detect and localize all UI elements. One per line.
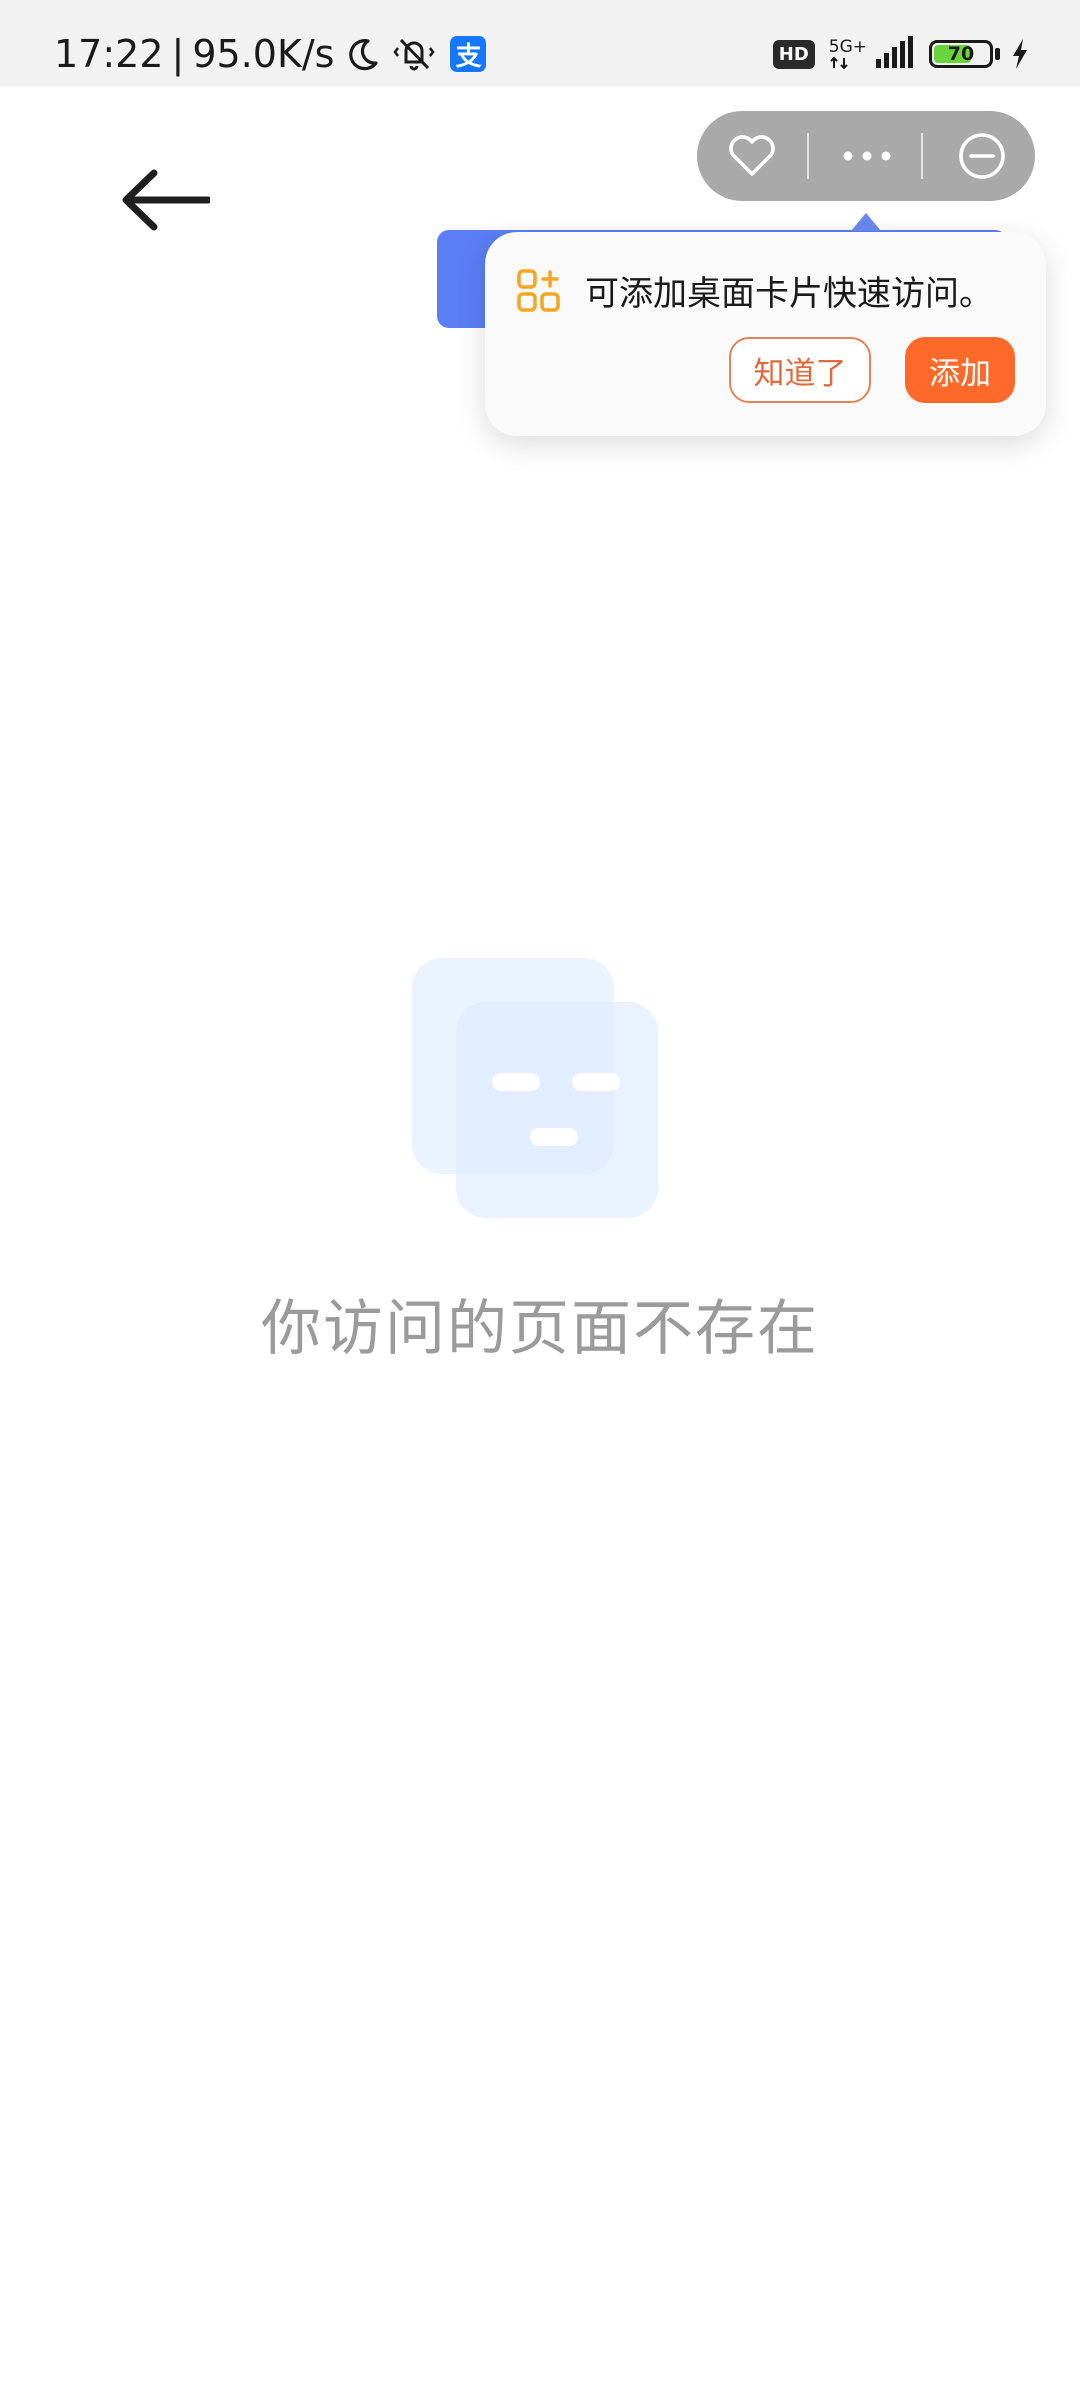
status-bar: 17:22 | 95.0K/s 支 HD 5G+ 70 [0, 0, 1080, 87]
widget-grid-icon [517, 269, 560, 312]
empty-page-icon [412, 958, 658, 1218]
charging-icon [1010, 38, 1030, 70]
status-left: 17:22 | 95.0K/s 支 [54, 26, 487, 82]
empty-state-message: 你访问的页面不存在 [261, 1294, 819, 1364]
hd-badge: HD [772, 39, 815, 69]
battery-cap [995, 48, 1000, 60]
minimize-icon [959, 133, 1005, 179]
add-card-button[interactable]: 添加 [905, 337, 1015, 403]
signal-icon [875, 35, 915, 73]
status-separator: | [171, 32, 185, 76]
battery-level: 70 [947, 43, 975, 65]
heart-icon [729, 135, 775, 176]
status-right: HD 5G+ 70 [772, 30, 1030, 78]
moon-icon [344, 35, 382, 73]
mute-bell-icon [392, 34, 436, 74]
more-icon [843, 151, 891, 161]
network-type: 5G+ [829, 38, 867, 70]
add-card-tooltip: 可添加桌面卡片快速访问。 知道了 添加 [485, 232, 1046, 436]
back-button[interactable] [120, 165, 212, 235]
favorite-button[interactable] [717, 111, 787, 201]
capsule-menu [697, 111, 1035, 201]
capsule-divider [807, 133, 809, 179]
capsule-divider [921, 133, 923, 179]
network-label: 5G+ [828, 37, 867, 57]
dismiss-button[interactable]: 知道了 [729, 337, 871, 403]
status-time: 17:22 [54, 32, 164, 76]
tooltip-pointer [851, 213, 881, 231]
status-net-speed: 95.0K/s [192, 32, 335, 76]
back-arrow-icon [122, 169, 212, 231]
data-arrows-icon [830, 56, 848, 70]
more-button[interactable] [827, 111, 907, 201]
alipay-icon: 支 [450, 36, 487, 72]
battery-icon: 70 [929, 40, 993, 68]
tooltip-message: 可添加桌面卡片快速访问。 [585, 274, 993, 314]
minimize-button[interactable] [942, 111, 1022, 201]
